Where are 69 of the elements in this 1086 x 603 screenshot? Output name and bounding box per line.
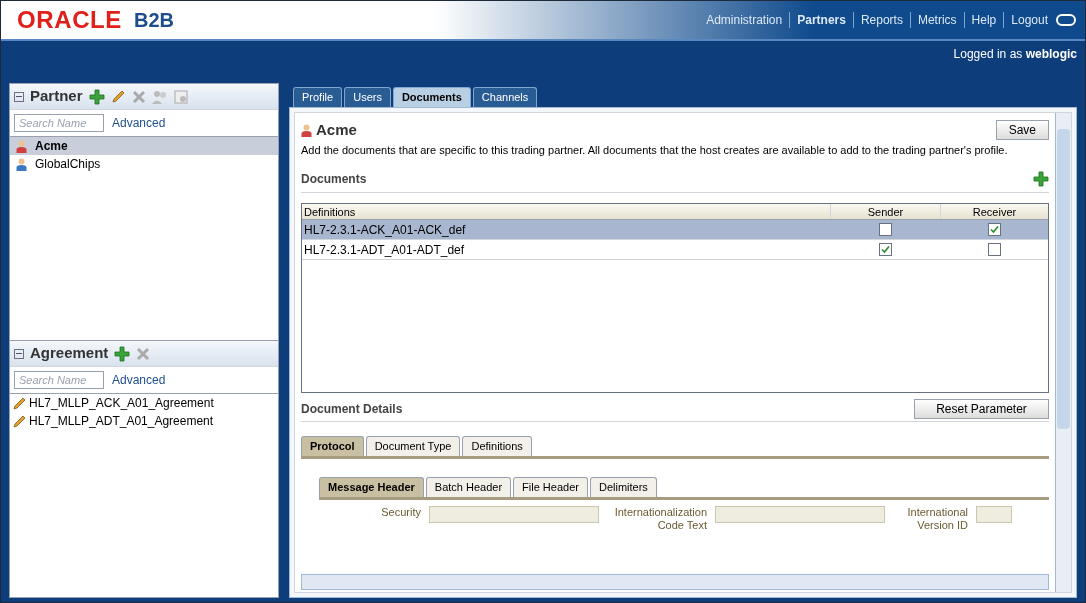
column-header: Receiver [940, 204, 1048, 219]
tab[interactable]: Batch Header [425, 477, 512, 497]
collapse-icon[interactable] [14, 348, 24, 359]
checkbox[interactable] [878, 223, 892, 236]
tab[interactable]: Documents [392, 87, 471, 107]
tab[interactable]: Users [344, 87, 391, 107]
oracle-ring-icon [1055, 13, 1077, 27]
tab[interactable]: Profile [293, 87, 343, 107]
search-field[interactable]: Search Name [14, 371, 104, 389]
panel-title: Agreement [30, 343, 109, 364]
nav-link[interactable]: Partners [790, 11, 853, 29]
product-name: B2B [133, 8, 174, 33]
pencil-icon [12, 395, 27, 411]
checkbox[interactable] [878, 243, 892, 256]
edit-icon[interactable] [110, 89, 126, 104]
agreement-item[interactable]: HL7_MLLP_ADT_A01_Agreement [10, 412, 278, 430]
checkbox[interactable] [987, 243, 1001, 256]
add-icon[interactable] [88, 88, 105, 105]
horizontal-scrollbar[interactable] [301, 574, 1049, 590]
tab[interactable]: Channels [472, 87, 538, 107]
advanced-link[interactable]: Advanced [112, 114, 166, 132]
tab[interactable]: Document Type [365, 436, 461, 456]
panel-title: Partner [30, 86, 83, 107]
nav-link[interactable]: Metrics [910, 11, 964, 29]
partner-item[interactable]: GlobalChips [10, 155, 278, 173]
tab[interactable]: File Header [513, 477, 588, 497]
input-field[interactable] [715, 506, 885, 523]
table-cell-text: HL7-2.3.1-ACK_A01-ACK_def [303, 221, 467, 239]
field-label: Security [380, 506, 421, 519]
vertical-scrollbar[interactable] [1055, 113, 1071, 592]
login-status: Logged in as weblogic [953, 46, 1077, 63]
section-title: Documents [301, 171, 367, 188]
advanced-link[interactable]: Advanced [112, 371, 166, 389]
add-icon[interactable] [114, 345, 131, 362]
tab[interactable]: Protocol [301, 436, 364, 456]
reset-button[interactable]: Reset Parameter [914, 399, 1049, 419]
column-header: Definitions [303, 205, 357, 219]
nav-link[interactable]: Reports [853, 11, 910, 29]
delete-icon[interactable] [131, 89, 146, 104]
section-title: Document Details [301, 401, 403, 418]
delete-icon[interactable] [136, 346, 151, 361]
agreement-item[interactable]: HL7_MLLP_ACK_A01_Agreement [10, 394, 278, 412]
checkbox[interactable] [987, 223, 1001, 236]
oracle-logo: ORACLE [17, 5, 122, 35]
tab[interactable]: Message Header [319, 477, 424, 497]
description: Add the documents that are specific to this trading partner. All documents that the host creates are available to add to the trading partner's profile. [301, 142, 1009, 158]
person-icon [301, 123, 312, 137]
field-label: International Version ID [906, 506, 968, 532]
table-row[interactable]: HL7-2.3.1-ACK_A01-ACK_def [302, 220, 1048, 240]
column-header: Sender [830, 204, 940, 219]
nav-link[interactable]: Logout [1004, 11, 1055, 29]
person-icon [16, 157, 27, 171]
partner-item[interactable]: Acme [10, 137, 278, 155]
nav-link[interactable]: Administration [699, 11, 790, 29]
nav-link[interactable]: Help [964, 11, 1004, 29]
input-field[interactable] [976, 506, 1012, 523]
table-cell-text: HL7-2.3.1-ADT_A01-ADT_def [303, 241, 466, 259]
input-field[interactable] [429, 506, 599, 523]
add-icon[interactable] [1033, 171, 1049, 187]
tab[interactable]: Definitions [462, 436, 532, 456]
person-icon [16, 139, 27, 153]
pencil-icon [12, 413, 27, 429]
partner-heading: Acme [316, 120, 357, 140]
field-label: Internationalization Code Text [613, 506, 707, 532]
search-field[interactable]: Search Name [14, 114, 104, 132]
table-row[interactable]: HL7-2.3.1-ADT_A01-ADT_def [302, 240, 1048, 260]
save-button[interactable]: Save [995, 120, 1049, 141]
collapse-icon[interactable] [14, 91, 24, 102]
tab[interactable]: Delimiters [589, 477, 657, 497]
